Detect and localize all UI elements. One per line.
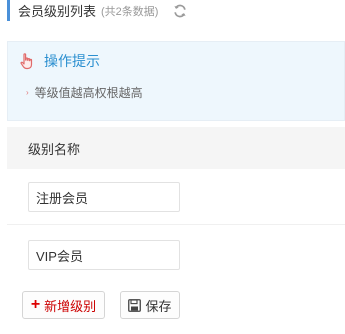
level-name-input[interactable] <box>28 240 180 270</box>
hand-pointer-icon <box>17 51 37 71</box>
save-icon <box>128 298 142 312</box>
table-row <box>7 227 345 283</box>
page-title-bar: 会员级别列表 (共2条数据) <box>7 0 188 21</box>
column-header-level-name: 级别名称 <box>7 127 345 169</box>
add-level-label: 新增级别 <box>44 298 97 314</box>
tip-item: › 等级值越高权根越高 <box>26 84 143 101</box>
page-title: 会员级别列表 <box>18 4 97 19</box>
level-name-input[interactable] <box>28 182 180 212</box>
table-row <box>7 169 345 225</box>
save-label: 保存 <box>145 298 172 314</box>
refresh-icon[interactable] <box>172 3 188 19</box>
add-level-button[interactable]: + 新增级别 <box>22 291 105 319</box>
tip-title: 操作提示 <box>44 53 100 69</box>
tip-item-text: 等级值越高权根越高 <box>34 86 143 100</box>
bullet-icon: › <box>26 88 29 97</box>
record-count: (共2条数据) <box>101 5 159 18</box>
plus-icon: + <box>30 296 41 313</box>
tip-header: 操作提示 <box>17 51 100 71</box>
save-button[interactable]: 保存 <box>120 291 180 319</box>
operation-tip-panel: 操作提示 › 等级值越高权根越高 <box>7 41 345 121</box>
page: 会员级别列表 (共2条数据) 操作提示 › 等级值越高权根越高 级别名称 注册会… <box>0 0 345 334</box>
